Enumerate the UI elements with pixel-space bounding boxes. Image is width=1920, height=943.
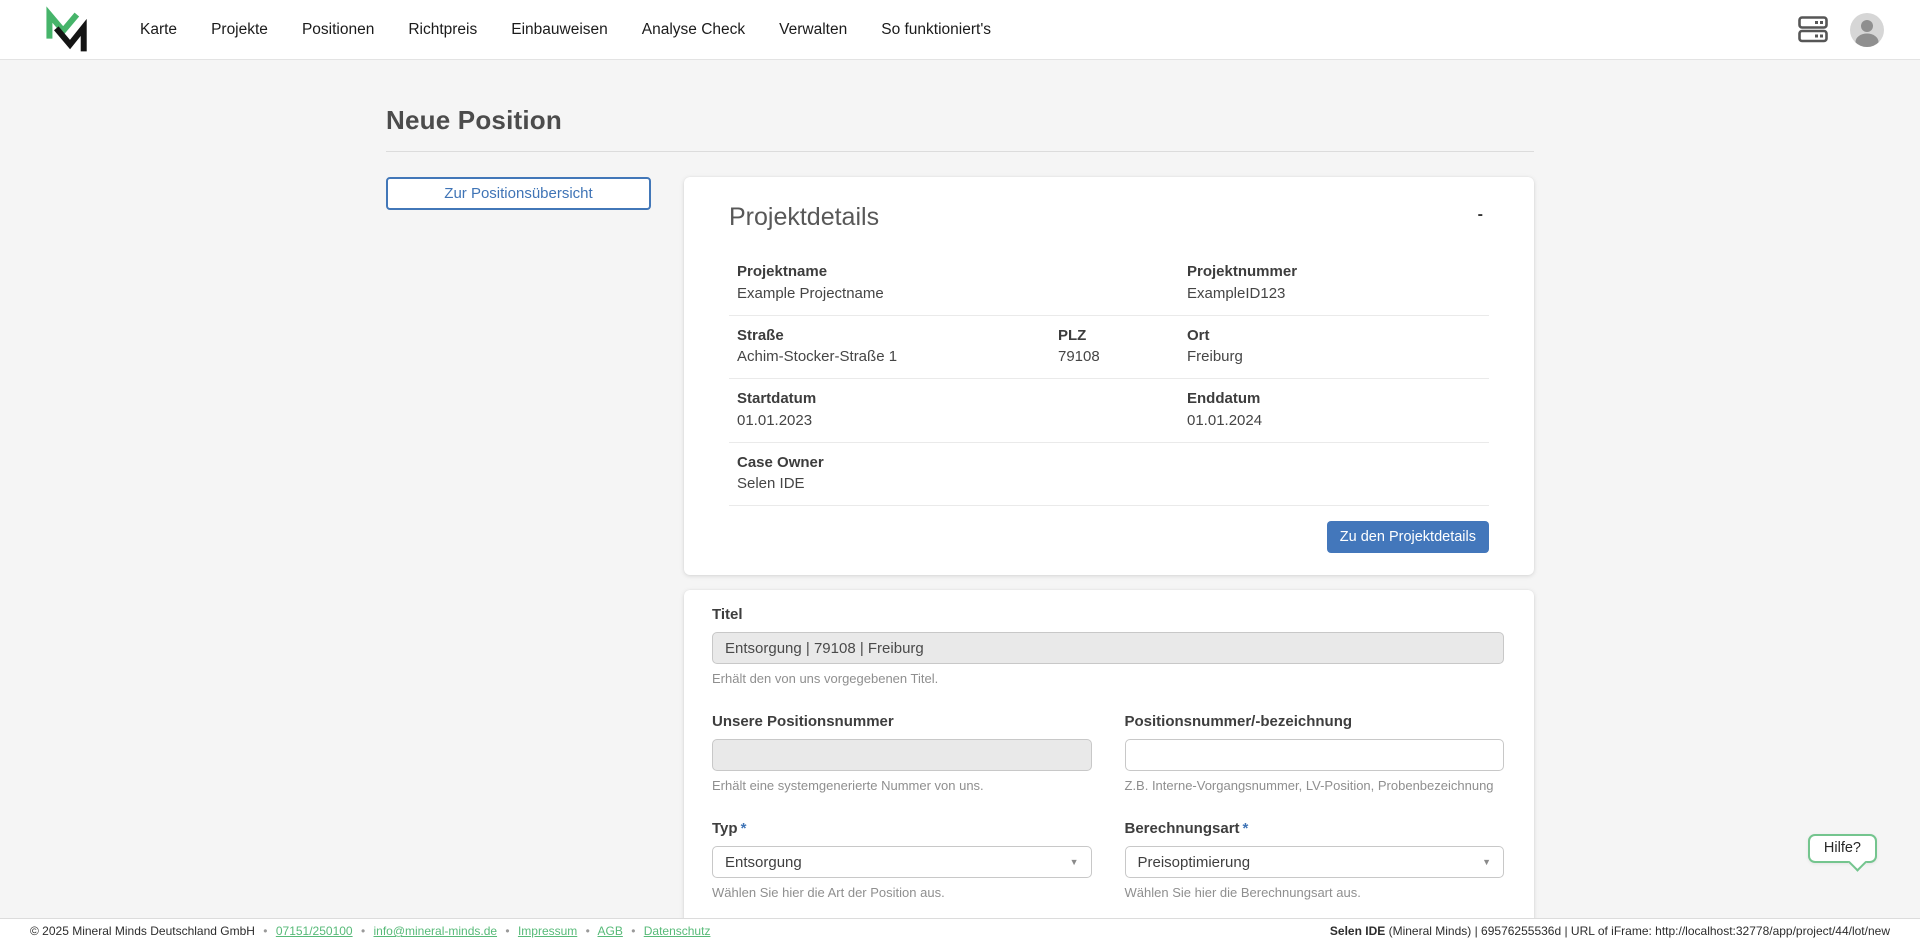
- unsere-positionsnummer-field: Unsere Positionsnummer Erhält eine syste…: [712, 713, 1092, 793]
- footer-link-phone[interactable]: 07151/250100: [276, 924, 353, 938]
- berechnungsart-label-text: Berechnungsart: [1124, 820, 1240, 837]
- ort-value: Freiburg: [1187, 348, 1243, 366]
- page-content: Neue Position Zur Positionsübersicht Pro…: [0, 60, 1920, 943]
- left-column: Zur Positionsübersicht: [386, 177, 651, 210]
- case-owner-value: Selen IDE: [737, 475, 805, 493]
- typ-required-asterisk: *: [740, 820, 747, 837]
- footer-link-agb[interactable]: AGB: [598, 924, 623, 938]
- strasse-label: Straße: [737, 326, 784, 344]
- server-icon[interactable]: [1798, 16, 1828, 43]
- copyright-text: © 2025 Mineral Minds Deutschland GmbH: [30, 924, 255, 938]
- positionsnummer-field: Positionsnummer/-bezeichnung Z.B. Intern…: [1124, 713, 1504, 793]
- unsere-positionsnummer-label: Unsere Positionsnummer: [712, 713, 894, 730]
- berechnungsart-helper: Wählen Sie hier die Berechnungsart aus.: [1124, 885, 1361, 900]
- nav-item-positionen[interactable]: Positionen: [302, 21, 374, 39]
- footer-separator: •: [360, 924, 366, 938]
- berechnungsart-required-asterisk: *: [1242, 820, 1249, 837]
- berechnungsart-select-value: Preisoptimierung: [1137, 853, 1251, 871]
- detail-row-name-number: Projektname Example Projectname Projektn…: [729, 252, 1489, 316]
- projektname-label: Projektname: [737, 263, 828, 280]
- collapse-card-button[interactable]: -: [1472, 203, 1489, 227]
- projektnummer-label: Projektnummer: [1187, 263, 1298, 280]
- project-details-card: Projektdetails - Projektname Example Pro…: [684, 177, 1534, 575]
- footer-session-details: (Mineral Minds) | 69576255536d | URL of …: [1385, 924, 1890, 938]
- berechnungsart-field: Berechnungsart * Preisoptimierung ▼ Wähle…: [1124, 820, 1505, 900]
- projektname-value: Example Projectname: [737, 284, 884, 302]
- top-navbar: Karte Projekte Positionen Richtpreis Ein…: [0, 0, 1920, 60]
- positionsnummer-helper: Z.B. Interne-Vorgangsnummer, LV-Position…: [1124, 778, 1494, 793]
- footer-separator: •: [505, 924, 510, 938]
- berechnungsart-select[interactable]: Preisoptimierung ▼: [1124, 846, 1504, 878]
- footer-link-impressum[interactable]: Impressum: [518, 924, 577, 938]
- new-position-form-card: Titel Erhält den von uns vorgegebenen Ti…: [684, 590, 1534, 943]
- nav-item-einbauweisen[interactable]: Einbauweisen: [511, 21, 608, 39]
- footer-separator: •: [631, 924, 636, 938]
- nav-item-so-funktionierts[interactable]: So funktioniert's: [881, 21, 991, 39]
- typ-helper: Wählen Sie hier die Art der Position aus…: [712, 885, 945, 900]
- footer-session-info: Selen IDE (Mineral Minds) | 69576255536d…: [1330, 924, 1890, 938]
- footer-user-name: Selen IDE: [1329, 924, 1386, 938]
- titel-helper: Erhält den von uns vorgegebenen Titel.: [712, 671, 939, 686]
- nav-item-analyse-check[interactable]: Analyse Check: [642, 21, 745, 39]
- plz-label: PLZ: [1058, 326, 1087, 344]
- footer-link-email[interactable]: info@mineral-minds.de: [373, 924, 497, 938]
- typ-select[interactable]: Entsorgung ▼: [712, 846, 1092, 878]
- titel-field: Titel Erhält den von uns vorgegebenen Ti…: [712, 606, 1504, 686]
- position-number-row: Unsere Positionsnummer Erhält eine syste…: [712, 713, 1504, 793]
- project-detail-rows: Projektname Example Projectname Projektn…: [729, 252, 1489, 506]
- ort-label: Ort: [1187, 326, 1210, 344]
- strasse-value: Achim-Stocker-Straße 1: [737, 348, 898, 366]
- go-to-project-details-button[interactable]: Zu den Projektdetails: [1326, 521, 1489, 553]
- typ-field: Typ * Entsorgung ▼ Wählen Sie hier die Ar…: [712, 820, 1092, 900]
- enddatum-label: Enddatum: [1187, 390, 1261, 407]
- unsere-positionsnummer-input: [712, 739, 1092, 771]
- main-navigation: Karte Projekte Positionen Richtpreis Ein…: [140, 21, 991, 39]
- footer-left: © 2025 Mineral Minds Deutschland GmbH • …: [30, 924, 710, 938]
- projektnummer-value: ExampleID123: [1187, 284, 1286, 302]
- startdatum-label: Startdatum: [737, 390, 817, 407]
- positionsnummer-label: Positionsnummer/-bezeichnung: [1124, 713, 1353, 730]
- type-calculation-row: Typ * Entsorgung ▼ Wählen Sie hier die Ar…: [712, 820, 1504, 900]
- help-bubble-button[interactable]: Hilfe?: [1807, 834, 1877, 863]
- berechnungsart-label: Berechnungsart *: [1125, 820, 1505, 837]
- detail-row-case-owner: Case Owner Selen IDE: [729, 443, 1489, 506]
- plz-value: 79108: [1058, 348, 1100, 366]
- nav-item-verwalten[interactable]: Verwalten: [779, 21, 847, 39]
- titel-input: [712, 632, 1504, 664]
- mineral-minds-logo-icon[interactable]: [40, 5, 88, 54]
- footer-separator: •: [585, 924, 590, 938]
- case-owner-label: Case Owner: [737, 453, 824, 471]
- chevron-down-icon: ▼: [1482, 857, 1491, 867]
- nav-item-projekte[interactable]: Projekte: [211, 21, 268, 39]
- nav-item-richtpreis[interactable]: Richtpreis: [408, 21, 477, 39]
- page-footer: © 2025 Mineral Minds Deutschland GmbH • …: [0, 918, 1920, 943]
- typ-label-text: Typ: [712, 820, 738, 837]
- back-to-positions-button[interactable]: Zur Positionsübersicht: [386, 177, 651, 210]
- project-card-title: Projektdetails: [729, 203, 880, 231]
- positionsnummer-input[interactable]: [1124, 739, 1504, 771]
- navbar-actions: [1798, 12, 1884, 47]
- detail-row-address: Straße Achim-Stocker-Straße 1 PLZ 79108 …: [729, 316, 1489, 379]
- page-title: Neue Position: [386, 105, 562, 135]
- startdatum-value: 01.01.2023: [737, 411, 813, 429]
- detail-row-dates: Startdatum 01.01.2023 Enddatum 01.01.202…: [729, 379, 1489, 443]
- footer-separator: •: [263, 924, 268, 938]
- typ-label: Typ *: [712, 820, 1092, 837]
- user-avatar-icon[interactable]: [1850, 12, 1884, 47]
- titel-label: Titel: [712, 606, 743, 623]
- enddatum-value: 01.01.2024: [1187, 411, 1263, 429]
- title-divider: [386, 151, 1534, 152]
- chevron-down-icon: ▼: [1069, 857, 1079, 867]
- footer-link-datenschutz[interactable]: Datenschutz: [644, 924, 711, 938]
- typ-select-value: Entsorgung: [725, 853, 802, 871]
- right-column: Projektdetails - Projektname Example Pro…: [684, 177, 1534, 943]
- nav-item-karte[interactable]: Karte: [140, 21, 177, 39]
- unsere-positionsnummer-helper: Erhält eine systemgenerierte Nummer von …: [712, 778, 984, 793]
